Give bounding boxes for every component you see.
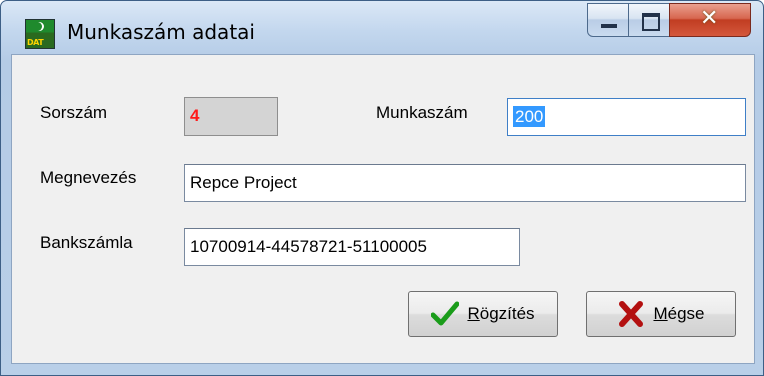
maximize-button[interactable] bbox=[628, 3, 670, 37]
bankszamla-label: Bankszámla bbox=[40, 233, 133, 252]
dialog-content: Sorszám 4 Munkaszám 200 Megnevezés Repce… bbox=[11, 54, 755, 364]
bankszamla-value: 10700914-44578721-51100005 bbox=[190, 237, 427, 256]
minimize-icon bbox=[601, 24, 617, 28]
bankszamla-input[interactable]: 10700914-44578721-51100005 bbox=[184, 228, 520, 266]
sorszam-field: 4 bbox=[184, 97, 278, 136]
megnevezes-value: Repce Project bbox=[190, 173, 297, 192]
megnevezes-input[interactable]: Repce Project bbox=[184, 164, 746, 202]
checkmark-icon bbox=[430, 300, 460, 328]
minimize-button[interactable] bbox=[587, 3, 629, 37]
megnevezes-label: Megnevezés bbox=[40, 168, 137, 187]
close-button[interactable]: ✕ bbox=[669, 3, 751, 37]
save-button[interactable]: Rögzítés bbox=[408, 291, 558, 337]
close-icon: ✕ bbox=[700, 6, 719, 31]
maximize-icon bbox=[642, 13, 660, 31]
munkaszam-input[interactable]: 200 bbox=[507, 98, 746, 136]
app-icon[interactable]: DAT bbox=[25, 19, 55, 49]
title-bar[interactable]: DAT Munkaszám adatai ✕ bbox=[1, 1, 763, 51]
app-icon-text: DAT bbox=[27, 38, 44, 47]
cross-icon bbox=[617, 300, 645, 328]
cancel-button-label: Mégse bbox=[653, 304, 705, 323]
munkaszam-label: Munkaszám bbox=[376, 103, 468, 122]
sorszam-value: 4 bbox=[190, 106, 200, 125]
dialog-window: DAT Munkaszám adatai ✕ Sorszám 4 Munkasz… bbox=[0, 0, 764, 376]
save-button-label: Rögzítés bbox=[467, 304, 535, 323]
munkaszam-value: 200 bbox=[513, 106, 546, 127]
sorszam-label: Sorszám bbox=[40, 103, 108, 122]
cancel-button[interactable]: Mégse bbox=[586, 291, 736, 337]
crescent-icon bbox=[33, 22, 42, 31]
window-title: Munkaszám adatai bbox=[67, 20, 255, 44]
